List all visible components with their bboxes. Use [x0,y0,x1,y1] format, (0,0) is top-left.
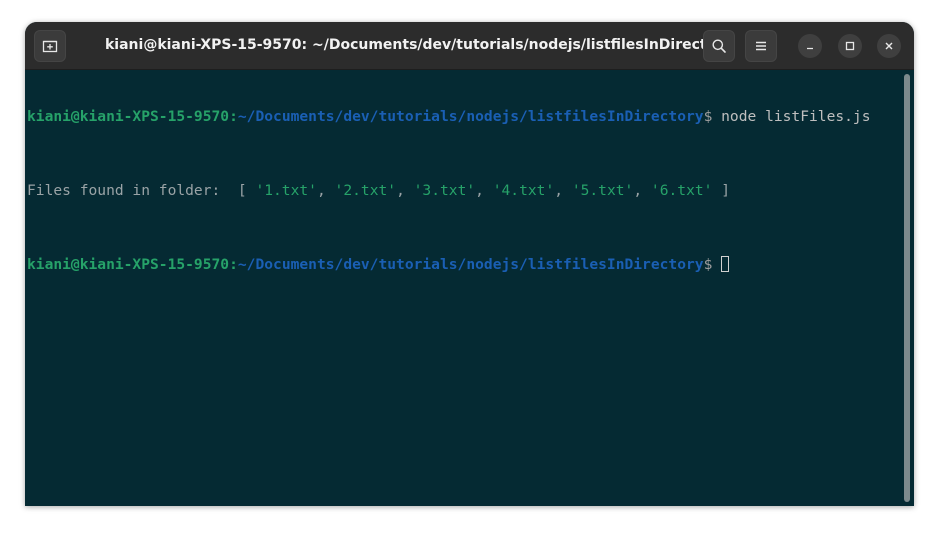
prompt-separator: : [229,108,238,125]
prompt-user-host: kiani@kiani-XPS-15-9570 [27,256,230,273]
search-icon [712,39,726,53]
minimize-button[interactable] [798,34,822,58]
minimize-icon [807,47,813,50]
terminal-line-prompt: kiani@kiani-XPS-15-9570:~/Documents/dev/… [27,256,897,275]
prompt-symbol: $ [703,108,722,125]
titlebar[interactable]: kiani@kiani-XPS-15-9570: ~/Documents/dev… [25,22,914,70]
file-name: '4.txt' [492,182,555,199]
hamburger-menu-icon [756,41,766,51]
file-name: '5.txt' [571,182,634,199]
file-name: '2.txt' [334,182,397,199]
maximize-button[interactable] [838,34,862,58]
terminal-line-output: Files found in folder: [ '1.txt', '2.txt… [27,182,731,199]
search-button[interactable] [703,30,735,62]
terminal-line-command: kiani@kiani-XPS-15-9570:~/Documents/dev/… [27,108,897,127]
prompt-path: ~/Documents/dev/tutorials/nodejs/listfil… [237,256,704,273]
file-name: '6.txt' [650,182,713,199]
menu-button[interactable] [745,30,777,62]
new-tab-icon [42,40,58,53]
terminal-window: kiani@kiani-XPS-15-9570: ~/Documents/dev… [25,22,914,506]
prompt-separator: : [229,256,238,273]
file-name: '3.txt' [413,182,476,199]
close-button[interactable] [877,34,901,58]
maximize-icon [845,41,855,51]
command-text: node listFiles.js [721,108,871,125]
file-name: '1.txt' [255,182,317,199]
prompt-symbol: $ [703,256,722,273]
terminal-cursor [721,256,730,272]
output-prefix: Files found in folder: [ [27,182,256,199]
terminal-output[interactable]: kiani@kiani-XPS-15-9570:~/Documents/dev/… [27,71,897,503]
prompt-path: ~/Documents/dev/tutorials/nodejs/listfil… [237,108,704,125]
terminal-scrollbar[interactable] [904,74,910,502]
close-icon [885,42,893,50]
output-suffix: ] [712,182,731,199]
new-tab-button[interactable] [34,30,66,62]
prompt-user-host: kiani@kiani-XPS-15-9570 [27,108,230,125]
window-title: kiani@kiani-XPS-15-9570: ~/Documents/dev… [105,37,733,53]
